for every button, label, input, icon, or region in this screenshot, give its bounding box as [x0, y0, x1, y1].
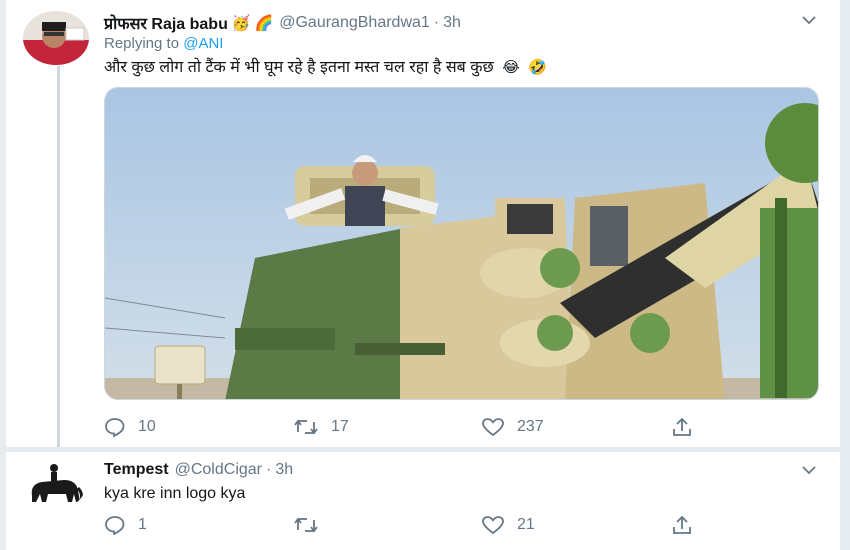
reply-button[interactable]: 1	[104, 515, 214, 535]
elephant-rider-icon	[22, 458, 86, 510]
reply-count: 1	[138, 516, 147, 533]
chevron-down-icon[interactable]	[802, 465, 816, 475]
replying-prefix: Replying to	[104, 35, 180, 52]
retweet-button[interactable]	[293, 515, 486, 535]
tweet-image[interactable]	[104, 87, 819, 400]
separator-dot: ·	[433, 14, 440, 31]
tweet-text: और कुछ लोग तो टैंक में भी घूम रहे है इतन…	[104, 58, 547, 78]
share-icon	[673, 417, 691, 436]
chevron-down-icon[interactable]	[802, 15, 816, 25]
like-count: 237	[517, 418, 544, 435]
display-name[interactable]: प्रोफसर Raja babu	[104, 12, 228, 34]
avatar[interactable]	[22, 10, 90, 66]
tweet-card[interactable]: Tempest @ColdCigar · 3h kya kre inn logo…	[6, 452, 840, 550]
avatar[interactable]	[22, 458, 86, 510]
retweet-icon	[294, 419, 318, 435]
like-button[interactable]: 237	[481, 417, 671, 437]
thread-line	[57, 66, 60, 447]
mention-link[interactable]: @ANI	[183, 35, 223, 52]
reply-icon	[105, 418, 125, 437]
retweet-button[interactable]: 17	[293, 417, 486, 437]
tweet-text-content: और कुछ लोग तो टैंक में भी घूम रहे है इतन…	[104, 59, 494, 76]
tears-of-joy-emoji: 😂	[502, 59, 520, 76]
user-handle[interactable]: @GaurangBhardwa1	[279, 14, 430, 32]
share-button[interactable]	[671, 417, 693, 437]
like-button[interactable]: 21	[481, 515, 671, 535]
timestamp[interactable]: 3h	[275, 461, 293, 479]
separator-dot: ·	[266, 461, 272, 478]
retweet-count: 17	[331, 418, 349, 435]
user-handle[interactable]: @ColdCigar	[175, 461, 262, 479]
tweet-text: kya kre inn logo kya	[104, 484, 245, 504]
party-face-emoji: 🥳	[231, 14, 251, 32]
tweet-card[interactable]: प्रोफसर Raja babu 🥳 🌈 @GaurangBhardwa1 ·…	[6, 0, 840, 447]
display-name[interactable]: Tempest	[104, 461, 169, 479]
retweet-icon	[294, 517, 318, 533]
share-icon	[673, 515, 691, 534]
replying-to: Replying to @ANI	[104, 35, 223, 52]
reply-count: 10	[138, 418, 156, 435]
tweet-actions: 1 21	[104, 515, 693, 535]
tweet-text-content: kya kre inn logo kya	[104, 485, 246, 502]
heart-icon	[482, 516, 504, 535]
reply-button[interactable]: 10	[104, 417, 214, 437]
share-button[interactable]	[671, 515, 693, 535]
timestamp[interactable]: 3h	[443, 14, 461, 32]
like-count: 21	[517, 516, 535, 533]
rolling-laughing-emoji: 🤣	[528, 59, 547, 76]
rainbow-emoji: 🌈	[254, 14, 274, 32]
tweet-actions: 10 17 237	[104, 417, 693, 437]
heart-icon	[482, 418, 504, 437]
reply-icon	[105, 516, 125, 535]
